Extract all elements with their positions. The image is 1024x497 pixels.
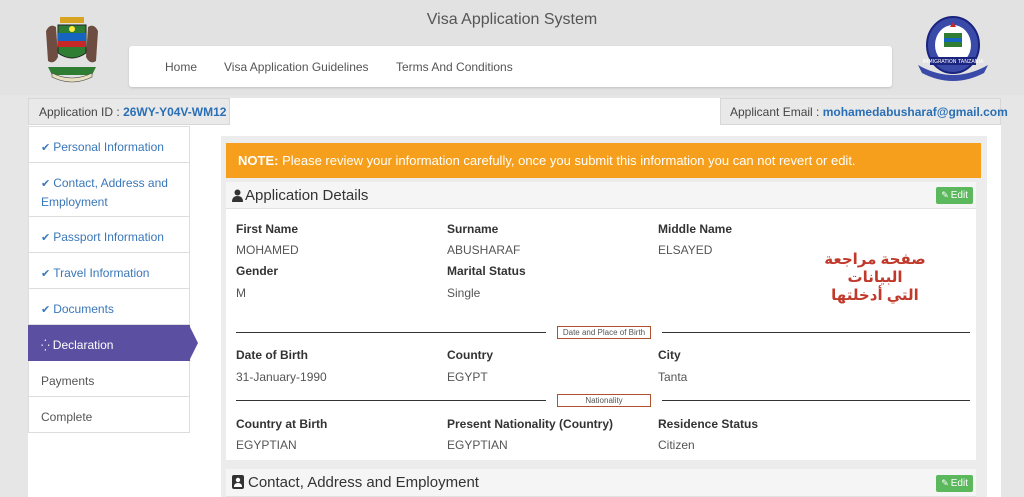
wizard-steps-sidebar: ✔ Personal Information ✔ Contact, Address … xyxy=(28,126,198,433)
divider-line xyxy=(236,332,546,333)
contact-card-icon xyxy=(232,475,244,489)
application-id-row: Application ID : 26WY-Y04V-WM12 xyxy=(39,105,226,119)
step-label: Documents xyxy=(53,302,114,316)
step-personal-information[interactable]: ✔ Personal Information xyxy=(28,126,190,163)
application-id-label: Application ID : xyxy=(39,105,120,119)
edit-icon: ✎ xyxy=(941,190,949,200)
gender-label: Gender xyxy=(236,264,279,278)
present-nationality-label: Present Nationality (Country) xyxy=(447,417,614,431)
edit-contact-button[interactable]: ✎ Edit xyxy=(936,475,973,492)
user-icon xyxy=(232,189,243,202)
step-label: Contact, Address and Employment xyxy=(41,176,168,209)
step-label: Payments xyxy=(41,374,95,388)
gender-value: M xyxy=(236,286,246,300)
applicant-email-label: Applicant Email : xyxy=(730,105,820,119)
note-label: NOTE: xyxy=(238,153,279,168)
edit-icon: ✎ xyxy=(941,478,949,488)
present-nationality-value: EGYPTIAN xyxy=(447,438,508,452)
main-navbar: Home Visa Application Guidelines Terms A… xyxy=(129,46,892,87)
review-note-banner: NOTE: Please review your information car… xyxy=(226,143,981,178)
applicant-email-value: mohamedabusharaf@gmail.com xyxy=(822,105,1008,119)
application-details-header: Application Details ✎ Edit xyxy=(226,182,976,209)
application-id-value: 26WY-Y04V-WM12 xyxy=(123,105,227,119)
nationality-section-label: Nationality xyxy=(557,394,651,407)
edit-application-details-button[interactable]: ✎ Edit xyxy=(936,187,973,204)
note-text: Please review your information carefully… xyxy=(278,153,856,168)
arabic-annotation: صفحة مراجعة البيانات التي أدخلتها xyxy=(795,251,955,305)
nav-guidelines-link[interactable]: Visa Application Guidelines xyxy=(224,60,369,74)
divider-line xyxy=(662,400,970,401)
step-travel-information[interactable]: ✔ Travel Information xyxy=(28,253,190,289)
arabic-annotation-line1: صفحة مراجعة البيانات xyxy=(824,251,926,286)
edit-label: Edit xyxy=(950,190,968,201)
date-place-of-birth-section-label: Date and Place of Birth xyxy=(557,326,651,339)
step-complete[interactable]: Complete xyxy=(28,397,190,433)
country-at-birth-value: EGYPTIAN xyxy=(236,438,297,452)
country-label: Country xyxy=(447,348,493,362)
spinner-icon: ⁛ xyxy=(41,340,50,352)
logo-right-text: IMMIGRATION TANZANIA xyxy=(923,59,984,65)
first-name-label: First Name xyxy=(236,222,299,236)
immigration-tanzania-logo: IMMIGRATION TANZANIA xyxy=(918,16,988,81)
step-declaration[interactable]: ⁛ Declaration xyxy=(28,325,198,361)
check-icon: ✔ xyxy=(41,142,51,154)
residence-status-value: Citizen xyxy=(658,438,695,452)
city-value: Tanta xyxy=(658,370,688,384)
arabic-annotation-line2: التي أدخلتها xyxy=(831,287,919,304)
applicant-email-segment: Applicant Email : mohamedabusharaf@gmail… xyxy=(720,98,1008,125)
application-details-title: Application Details xyxy=(245,187,369,204)
step-label: Personal Information xyxy=(53,140,164,154)
date-of-birth-label: Date of Birth xyxy=(236,348,308,362)
step-label: Declaration xyxy=(52,338,114,352)
check-icon: ✔ xyxy=(41,268,51,280)
contact-address-employment-card: Contact, Address and Employment ✎ Edit xyxy=(226,469,976,497)
application-info-bar: Application ID : 26WY-Y04V-WM12 Applican… xyxy=(28,98,1008,125)
check-icon: ✔ xyxy=(41,232,51,244)
step-passport-information[interactable]: ✔ Passport Information xyxy=(28,217,190,253)
site-title: Visa Application System xyxy=(426,11,598,28)
nav-terms-link[interactable]: Terms And Conditions xyxy=(396,60,513,74)
edit-label: Edit xyxy=(950,478,968,489)
application-id-segment: Application ID : 26WY-Y04V-WM12 xyxy=(28,98,230,125)
divider-line xyxy=(236,400,546,401)
applicant-email-row: Applicant Email : mohamedabusharaf@gmail… xyxy=(730,105,1008,119)
nav-home-link[interactable]: Home xyxy=(165,60,197,74)
first-name-value: MOHAMED xyxy=(236,243,299,257)
check-icon: ✔ xyxy=(41,304,51,316)
city-label: City xyxy=(658,348,681,362)
middle-name-value: ELSAYED xyxy=(658,243,713,257)
step-label: Travel Information xyxy=(53,266,150,280)
country-at-birth-label: Country at Birth xyxy=(236,417,328,431)
marital-status-label: Marital Status xyxy=(447,264,526,278)
marital-status-value: Single xyxy=(447,286,481,300)
step-label: Passport Information xyxy=(53,230,164,244)
site-header: Visa Application System Home Visa Applic… xyxy=(0,0,1024,95)
middle-name-label: Middle Name xyxy=(658,222,733,236)
contact-address-employment-header: Contact, Address and Employment ✎ Edit xyxy=(226,469,976,497)
date-of-birth-value: 31-January-1990 xyxy=(236,370,327,384)
step-label: Complete xyxy=(41,410,93,424)
divider-line xyxy=(662,332,970,333)
check-icon: ✔ xyxy=(41,178,51,190)
step-documents[interactable]: ✔ Documents xyxy=(28,289,190,325)
country-value: EGYPT xyxy=(447,370,488,384)
step-contact-address-employment[interactable]: ✔ Contact, Address and Employment xyxy=(28,163,190,217)
surname-label: Surname xyxy=(447,222,499,236)
surname-value: ABUSHARAF xyxy=(447,243,521,257)
step-payments[interactable]: Payments xyxy=(28,361,190,397)
residence-status-label: Residence Status xyxy=(658,417,759,431)
contact-section-title: Contact, Address and Employment xyxy=(248,474,479,491)
